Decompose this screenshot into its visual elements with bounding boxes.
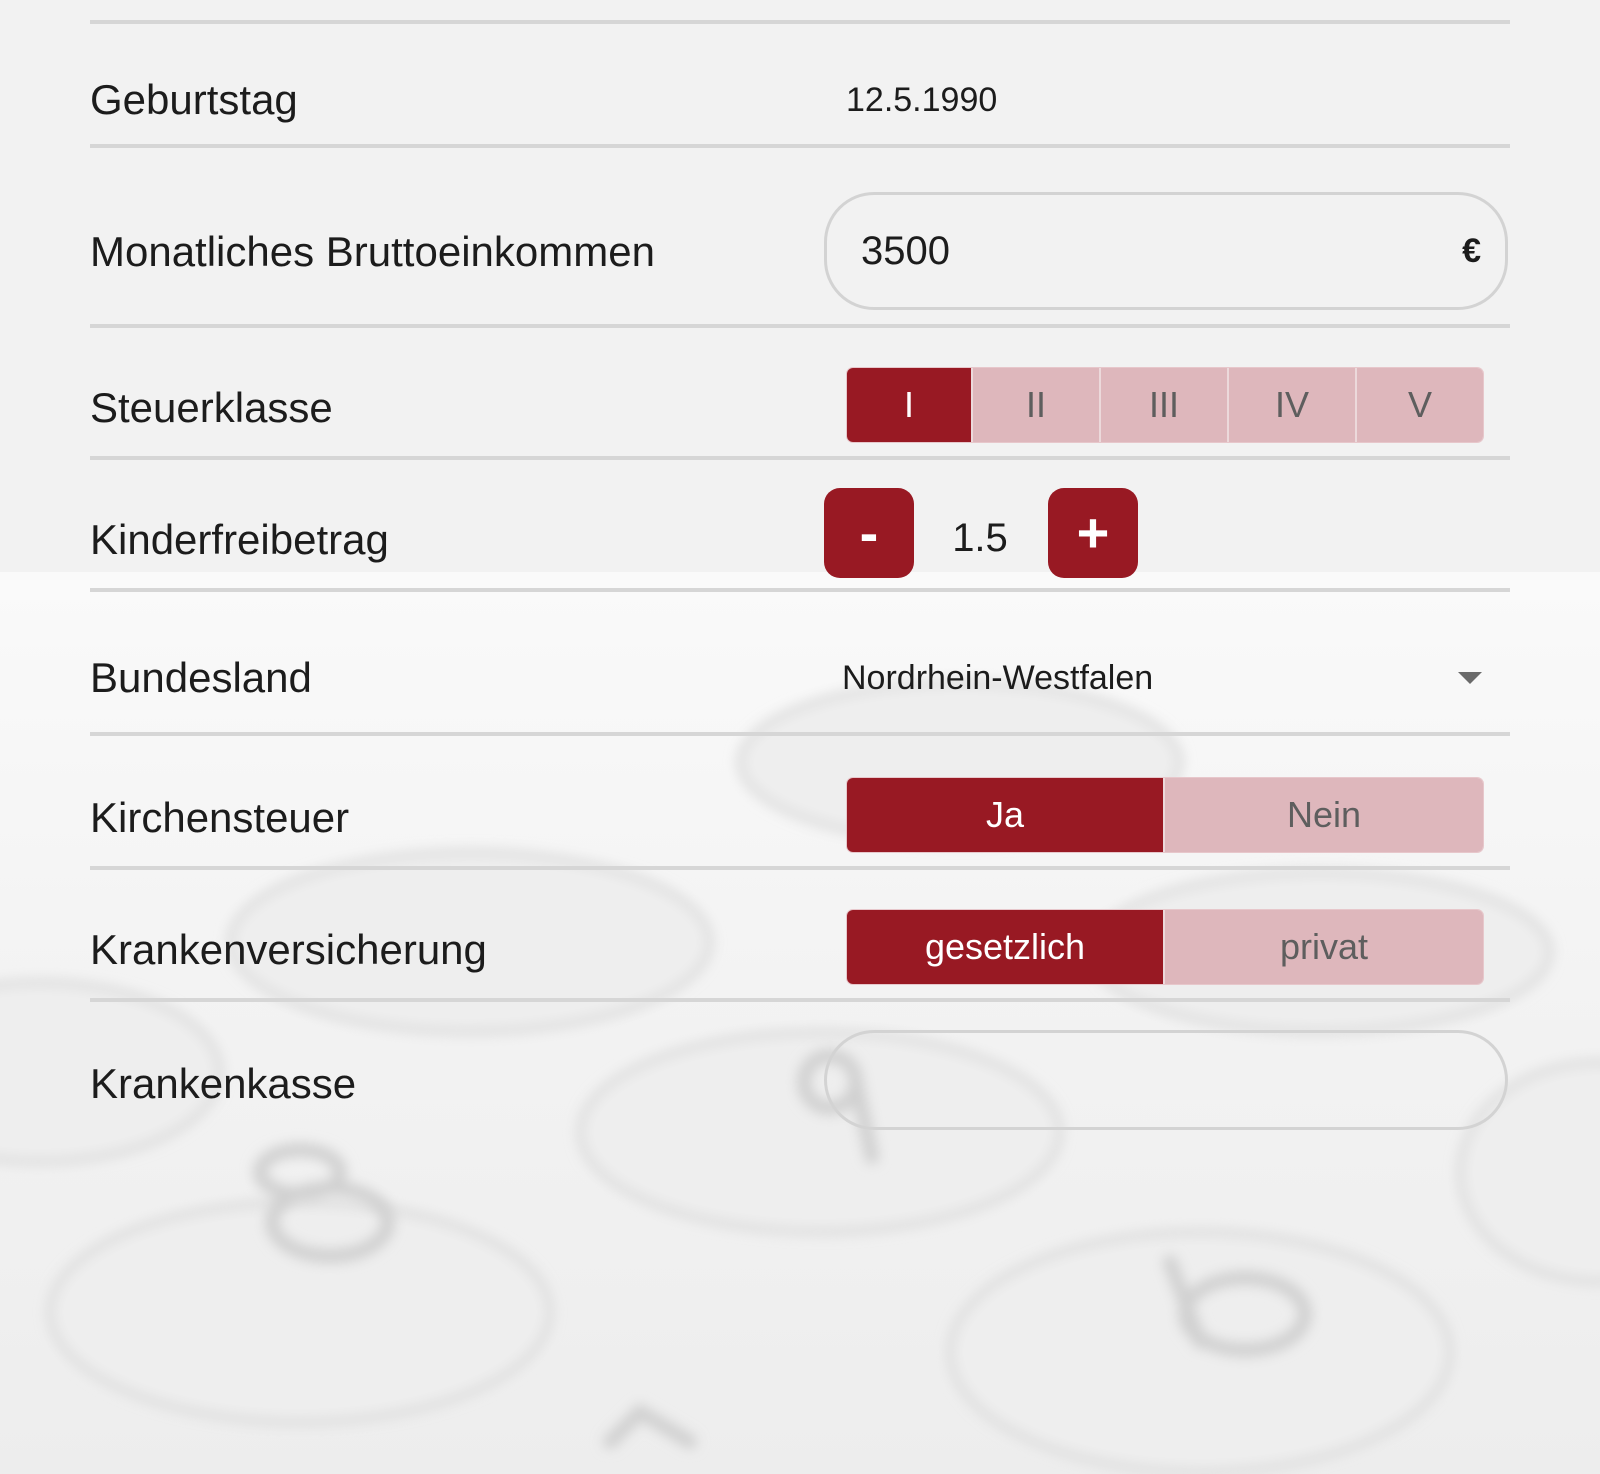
child-allowance-label: Kinderfreibetrag xyxy=(90,516,389,563)
decrement-button[interactable]: - xyxy=(824,488,914,578)
income-label: Monatliches Bruttoeinkommen xyxy=(90,228,655,275)
birthday-value[interactable]: 12.5.1990 xyxy=(846,80,997,120)
tax-class-option-ii[interactable]: II xyxy=(971,368,1099,442)
divider xyxy=(90,456,1510,460)
church-tax-option-no[interactable]: Nein xyxy=(1163,778,1483,852)
divider xyxy=(90,588,1510,592)
health-insurance-label: Krankenversicherung xyxy=(90,926,487,973)
divider xyxy=(90,998,1510,1002)
church-tax-label: Kirchensteuer xyxy=(90,794,350,841)
health-fund-input[interactable] xyxy=(824,1030,1508,1130)
state-select[interactable]: Nordrhein-Westfalen xyxy=(842,654,1482,704)
dropdown-caret-icon xyxy=(1458,672,1482,684)
tax-class-label: Steuerklasse xyxy=(90,384,333,431)
church-tax-toggle: Ja Nein xyxy=(847,778,1483,852)
tax-class-selector: I II III IV V xyxy=(847,368,1483,442)
birthday-label: Geburtstag xyxy=(90,76,298,123)
divider xyxy=(90,866,1510,870)
state-value: Nordrhein-Westfalen xyxy=(842,659,1154,697)
income-value: 3500 xyxy=(861,229,950,273)
health-fund-label: Krankenkasse xyxy=(90,1060,357,1107)
income-input[interactable]: 3500 € xyxy=(824,192,1508,310)
tax-calculator-form: Geburtstag 12.5.1990 Monatliches Bruttoe… xyxy=(0,0,1600,1474)
child-allowance-value: 1.5 xyxy=(952,516,1008,560)
state-label: Bundesland xyxy=(90,654,312,701)
health-insurance-option-private[interactable]: privat xyxy=(1163,910,1483,984)
divider xyxy=(90,324,1510,328)
church-tax-option-yes[interactable]: Ja xyxy=(847,778,1163,852)
health-insurance-toggle: gesetzlich privat xyxy=(847,910,1483,984)
divider xyxy=(90,144,1510,148)
euro-unit: € xyxy=(1462,232,1481,270)
health-insurance-option-statutory[interactable]: gesetzlich xyxy=(847,910,1163,984)
tax-class-option-iii[interactable]: III xyxy=(1099,368,1227,442)
tax-class-option-i[interactable]: I xyxy=(847,368,971,442)
divider xyxy=(90,732,1510,736)
tax-class-option-v[interactable]: V xyxy=(1355,368,1483,442)
increment-button[interactable]: + xyxy=(1048,488,1138,578)
tax-class-option-iv[interactable]: IV xyxy=(1227,368,1355,442)
divider xyxy=(90,20,1510,24)
